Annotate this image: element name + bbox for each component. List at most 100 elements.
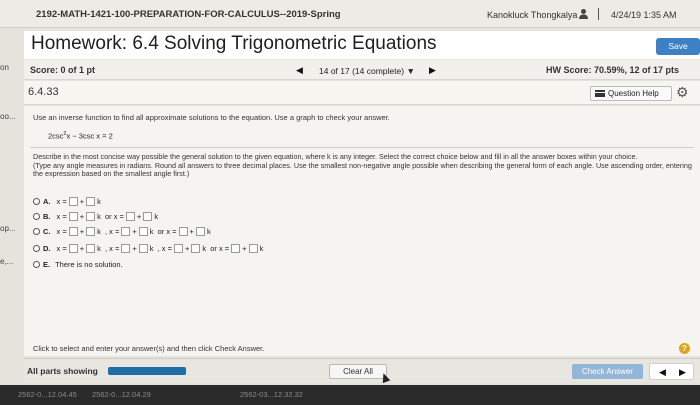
taskbar-item[interactable]: 2562-0...12.04.29 (92, 390, 151, 399)
question-progress-dropdown[interactable]: 14 of 17 (14 complete) ▼ (319, 66, 415, 76)
footer-prompt: Click to select and enter your answer(s)… (33, 344, 265, 353)
description-line: (Type any angle measures in radians. Rou… (33, 160, 692, 179)
answer-input-box[interactable] (178, 227, 188, 236)
course-title[interactable]: 2192-MATH-1421-100-PREPARATION-FOR-CALCU… (36, 9, 341, 20)
parts-progress-bar (108, 367, 186, 375)
previous-question-button[interactable]: ◀ (296, 65, 303, 76)
choice-radio[interactable] (33, 198, 40, 205)
question-progress-text: 14 of 17 (14 complete) (319, 66, 405, 76)
choice-token: + (79, 197, 85, 206)
question-content: Use an inverse function to find all appr… (24, 106, 700, 356)
choice-letter: A. (43, 197, 51, 206)
hw-score: HW Score: 70.59%, 12 of 17 pts (546, 65, 680, 75)
list-icon (595, 90, 605, 97)
previous-part-button[interactable]: ◀ (659, 367, 666, 378)
screen: 2192-MATH-1421-100-PREPARATION-FOR-CALCU… (0, 0, 700, 405)
choice-token: + (136, 212, 142, 221)
user-name[interactable]: Kanokluck Thongkalya (487, 10, 577, 20)
question-id: 6.4.33 (28, 86, 59, 98)
choice-token: , x = (157, 244, 172, 253)
choice-token: k (206, 227, 211, 236)
choice-radio[interactable] (33, 245, 40, 252)
answer-choice[interactable]: B. x = + k or x = + k (33, 212, 159, 223)
choice-token: , x = (104, 244, 120, 253)
answer-input-box[interactable] (86, 197, 96, 206)
choice-token: + (79, 212, 85, 221)
choice-letter: B. (43, 212, 51, 221)
action-bar: All parts showing Clear All Check Answer… (24, 358, 700, 382)
question-description: Describe in the most concise way possibl… (33, 152, 693, 179)
answer-input-box[interactable] (138, 227, 148, 236)
side-fragment: on (0, 63, 9, 72)
choice-token: k (97, 197, 101, 206)
answer-input-box[interactable] (121, 244, 131, 253)
choice-radio[interactable] (33, 261, 40, 268)
gear-icon[interactable]: ⚙ (676, 85, 689, 99)
choice-letter: C. (43, 227, 51, 236)
parts-progress-fill (108, 367, 186, 375)
taskbar-item[interactable]: 2562-03...12.32.32 (240, 390, 303, 399)
chevron-down-icon: ▼ (406, 66, 415, 76)
part-pager: ◀ ▶ (649, 363, 694, 380)
header-divider (598, 8, 599, 20)
answer-input-box[interactable] (68, 227, 78, 236)
question-id-bar: 6.4.33 Question Help ⚙ (24, 81, 700, 105)
answer-input-box[interactable] (68, 244, 78, 253)
answer-input-box[interactable] (231, 244, 241, 253)
answer-choice[interactable]: A. x = + k (33, 197, 102, 208)
answer-input-box[interactable] (86, 227, 96, 236)
instructions: Use an inverse function to find all appr… (33, 113, 390, 122)
choice-letter: D. (43, 244, 51, 253)
choice-token: k (259, 244, 264, 253)
course-header: 2192-MATH-1421-100-PREPARATION-FOR-CALCU… (0, 0, 700, 28)
answer-input-box[interactable] (143, 212, 153, 221)
side-fragment: op... (0, 224, 16, 233)
datetime: 4/24/19 1:35 AM (611, 10, 677, 20)
choice-radio[interactable] (33, 213, 40, 220)
taskbar-item[interactable]: 2562-0...12.04.45 (18, 390, 77, 399)
answer-input-box[interactable] (86, 212, 96, 221)
save-button[interactable]: Save (656, 38, 700, 55)
question-help-label: Question Help (608, 89, 659, 98)
choice-token: x = (56, 227, 67, 236)
user-icon[interactable] (578, 8, 589, 19)
choice-token: or x = (157, 227, 177, 236)
answer-input-box[interactable] (125, 212, 135, 221)
equation: 2csc2x − 3csc x = 2 (48, 131, 113, 141)
answer-input-box[interactable] (68, 212, 78, 221)
answer-input-box[interactable] (121, 227, 131, 236)
help-circle-icon[interactable]: ? (679, 343, 690, 354)
choice-token: or x = (104, 212, 124, 221)
choice-token: k (149, 244, 154, 253)
answer-input-box[interactable] (68, 197, 78, 206)
check-answer-button[interactable]: Check Answer (572, 364, 643, 379)
next-question-button[interactable]: ▶ (429, 65, 436, 76)
answer-input-box[interactable] (86, 244, 96, 253)
answer-choice[interactable]: E. There is no solution. (33, 260, 123, 271)
divider (30, 147, 694, 148)
answer-input-box[interactable] (138, 244, 148, 253)
answer-input-box[interactable] (248, 244, 258, 253)
answer-choice[interactable]: C. x = + k , x = + k or x = + k (33, 227, 212, 238)
answer-input-box[interactable] (195, 227, 205, 236)
choice-token: + (184, 244, 190, 253)
page-title: Homework: 6.4 Solving Trigonometric Equa… (31, 33, 437, 54)
choice-radio[interactable] (33, 228, 40, 235)
choice-letter: E. (43, 260, 51, 269)
title-bar: Homework: 6.4 Solving Trigonometric Equa… (24, 31, 700, 59)
choice-token: + (79, 244, 85, 253)
choice-token: k (149, 227, 154, 236)
choice-token: + (132, 227, 137, 236)
choice-token: k (97, 244, 101, 253)
taskbar: 2562-0...12.04.45 2562-0...12.04.29 2562… (0, 385, 700, 405)
answer-input-box[interactable] (191, 244, 201, 253)
choice-token: k (202, 244, 207, 253)
question-help-button[interactable]: Question Help (590, 86, 672, 101)
choice-text: There is no solution. (55, 260, 123, 269)
clear-all-button[interactable]: Clear All (329, 364, 387, 379)
answer-input-box[interactable] (173, 244, 183, 253)
choice-token: + (79, 227, 85, 236)
answer-choice[interactable]: D. x = + k , x = + k , x = + k or x = + k (33, 244, 264, 255)
choice-token: x = (56, 212, 67, 221)
next-part-button[interactable]: ▶ (679, 367, 686, 378)
